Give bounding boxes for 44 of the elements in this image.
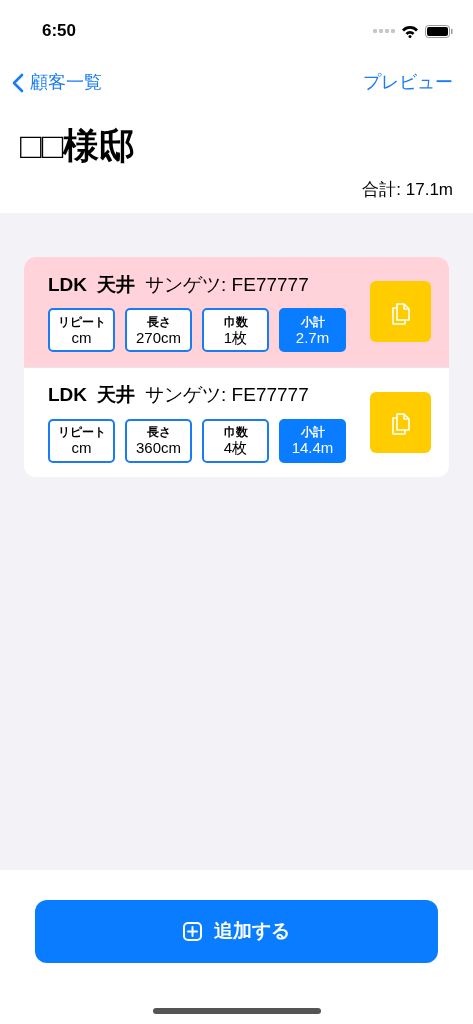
add-button[interactable]: 追加する [35,900,438,963]
chip-label: 長さ [146,314,171,329]
plus-square-icon [183,922,202,941]
chip-label: 長さ [146,425,171,440]
preview-button[interactable]: プレビュー [363,69,461,96]
battery-icon [425,24,453,38]
area-name: 天井 [97,383,136,408]
product-code: サンゲツ: FE77777 [145,383,309,408]
chip-value: cm [71,328,92,346]
value-chip[interactable]: 巾数 1枚 [202,308,269,353]
list-row[interactable]: LDK 天井 サンゲツ: FE77777 リピート cm 長さ 270cm 巾数 1枚 小計 2.7m [24,256,449,367]
chip-value: 14.4m [291,439,334,457]
value-chip[interactable]: 長さ 270cm [125,308,192,353]
chip-label: 巾数 [223,425,248,440]
page-title: □□様邸 [20,124,137,168]
product-code: サンゲツ: FE77777 [145,272,309,297]
chip-label: 小計 [300,425,325,440]
value-chip[interactable]: 小計 2.7m [279,308,346,353]
value-chip[interactable]: リピート cm [48,308,115,353]
value-chip[interactable]: 長さ 360cm [125,418,192,463]
value-chip[interactable]: 小計 14.4m [279,418,346,463]
back-button[interactable]: 顧客一覧 [12,69,102,96]
chip-value: cm [71,439,92,457]
wifi-icon [401,24,419,38]
copy-button[interactable] [370,281,431,342]
chip-label: 巾数 [223,314,248,329]
chip-value: 4枚 [223,439,248,457]
chip-label: リピート [57,314,106,329]
total-length: 合計: 17.1m [362,179,453,201]
chip-value: 270cm [136,328,181,346]
chip-value: 2.7m [295,328,330,346]
chip-label: 小計 [300,314,325,329]
chip-value: 1枚 [223,328,248,346]
copy-button[interactable] [370,391,431,453]
signal-icon [373,29,395,33]
status-time: 6:50 [42,20,77,43]
value-chip[interactable]: リピート cm [48,418,115,463]
room-name: LDK [48,383,88,408]
value-chip[interactable]: 巾数 4枚 [202,418,269,463]
chip-value: 360cm [136,439,181,457]
chevron-left-icon [12,72,24,93]
chip-label: リピート [57,425,106,440]
area-name: 天井 [97,272,136,297]
room-name: LDK [48,272,88,297]
